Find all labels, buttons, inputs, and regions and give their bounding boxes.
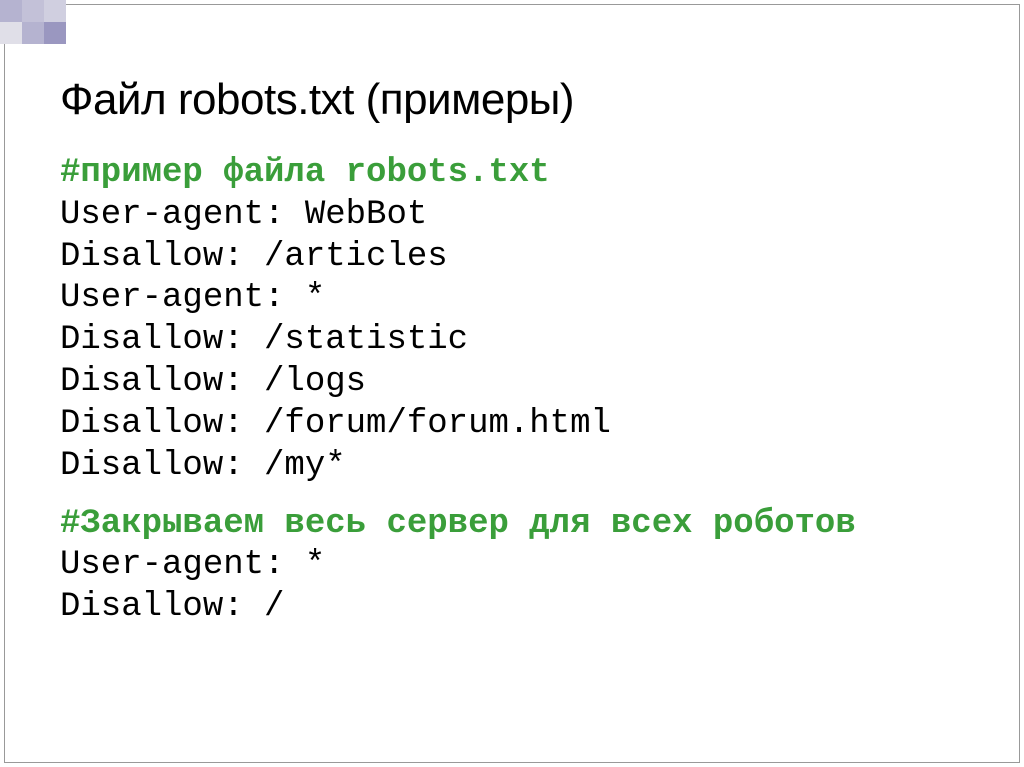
- slide-border: [4, 4, 1020, 763]
- corner-decoration: [0, 0, 90, 45]
